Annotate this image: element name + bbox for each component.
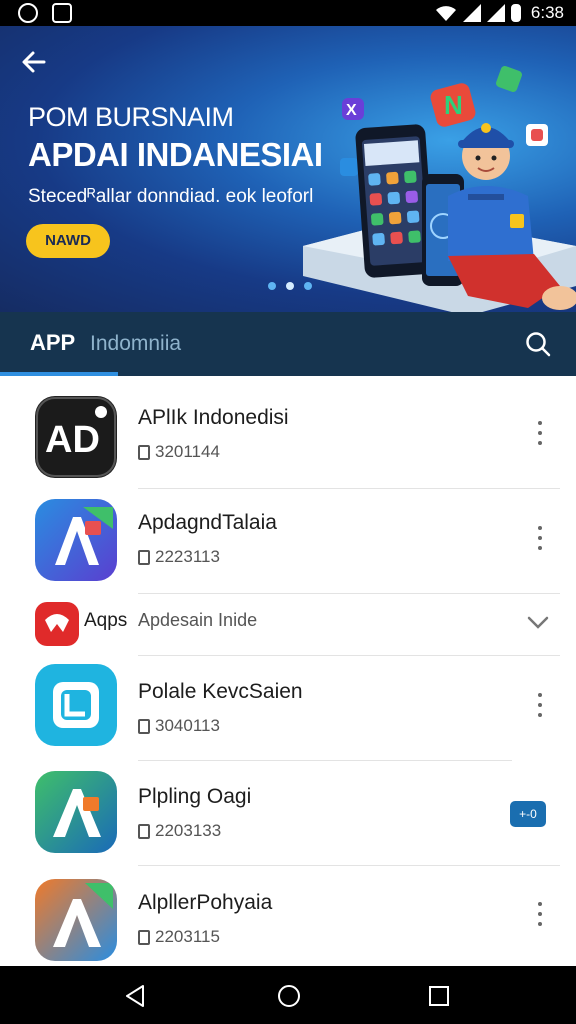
hero-banner[interactable]: POM BURSNAIM APDAI INDANESIAI Stecedᴿall… xyxy=(0,26,576,312)
list-item[interactable]: Polale KevcSaien 3040113 xyxy=(0,656,576,761)
app-icon-small xyxy=(35,602,79,646)
carousel-dot[interactable] xyxy=(304,282,312,290)
wifi-icon xyxy=(435,6,456,21)
signal-icon xyxy=(462,4,481,22)
hero-title-line1: POM BURSNAIM xyxy=(28,102,234,132)
notification-icon xyxy=(18,3,38,23)
app-icon xyxy=(35,771,117,853)
app-meta-value: 2223113 xyxy=(155,547,220,566)
clock: 6:38 xyxy=(530,3,564,22)
storage-icon xyxy=(138,718,150,734)
app-icon xyxy=(35,499,117,581)
app-name: Apdesain Inide xyxy=(138,610,258,630)
search-icon[interactable] xyxy=(524,330,552,358)
battery-icon xyxy=(510,4,521,22)
status-bar: 6:38 xyxy=(0,0,576,26)
storage-icon xyxy=(138,444,150,460)
app-meta: 2203133 xyxy=(138,821,221,841)
app-meta-value: 2203133 xyxy=(155,821,222,840)
app-meta: 2223113 xyxy=(138,547,220,567)
app-name: AlpllerPohyaia xyxy=(138,891,273,914)
app-meta-value: 3040113 xyxy=(155,716,220,735)
list-item-collapsed[interactable]: Aqps Apdesain Inide xyxy=(0,594,576,656)
app-meta-value: 3201144 xyxy=(155,442,220,461)
app-name: APlIk Indonedisi xyxy=(138,406,289,429)
divider xyxy=(138,865,560,866)
tab-bar: APP Indomniia xyxy=(0,312,576,376)
back-nav-icon[interactable] xyxy=(122,983,148,1009)
app-icon xyxy=(35,879,117,961)
tab-secondary[interactable]: Indomniia xyxy=(90,332,181,356)
home-nav-icon[interactable] xyxy=(276,983,302,1009)
hero-title-line2: APDAI INDANESIAI xyxy=(28,136,323,173)
more-options-icon[interactable] xyxy=(530,418,550,448)
tab-app[interactable]: APP xyxy=(30,330,75,356)
app-meta: 3201144 xyxy=(138,442,220,462)
app-icon: AD xyxy=(35,396,117,478)
app-meta-value: 2203115 xyxy=(155,927,220,946)
svg-text:N: N xyxy=(444,90,463,120)
list-item[interactable]: Plpling Oagi 2203133 +-0 xyxy=(0,761,576,866)
back-arrow-icon[interactable] xyxy=(20,48,50,78)
list-item[interactable]: AD APlIk Indonedisi 3201144 xyxy=(0,376,576,489)
app-meta: 2203115 xyxy=(138,927,220,947)
app-name: Plpling Oagi xyxy=(138,785,252,808)
gallery-icon xyxy=(52,3,72,23)
carousel-dot[interactable] xyxy=(268,282,276,290)
svg-text:X: X xyxy=(346,102,357,119)
list-item[interactable]: Apdagnd​Talaia 2223113 xyxy=(0,489,576,594)
hero-illustration: N X xyxy=(303,66,576,312)
navigation-bar xyxy=(0,966,576,1024)
chevron-down-icon[interactable] xyxy=(526,614,550,630)
storage-icon xyxy=(138,823,150,839)
app-icon xyxy=(35,664,117,746)
list-item[interactable]: AlpllerPohyaia 2203115 xyxy=(0,867,576,966)
more-options-icon[interactable] xyxy=(530,899,550,929)
app-meta: 3040113 xyxy=(138,716,220,736)
more-options-icon[interactable] xyxy=(530,690,550,720)
app-name: Apdagnd​Talaia xyxy=(138,511,277,534)
hero-subtitle: Stecedᴿallar donndiad. eok leoforl xyxy=(28,186,314,207)
app-badge: Aqps xyxy=(84,610,128,631)
carousel-dot-active[interactable] xyxy=(286,282,294,290)
hero-cta-button[interactable]: NAWD xyxy=(26,224,110,258)
svg-text:AD: AD xyxy=(45,419,100,461)
storage-icon xyxy=(138,549,150,565)
signal-icon-2 xyxy=(486,4,505,22)
storage-icon xyxy=(138,929,150,945)
recents-nav-icon[interactable] xyxy=(428,985,450,1007)
app-name: Polale KevcSaien xyxy=(138,680,303,703)
action-chip[interactable]: +-0 xyxy=(510,801,546,827)
carousel-indicator[interactable] xyxy=(268,282,312,290)
more-options-icon[interactable] xyxy=(530,523,550,553)
